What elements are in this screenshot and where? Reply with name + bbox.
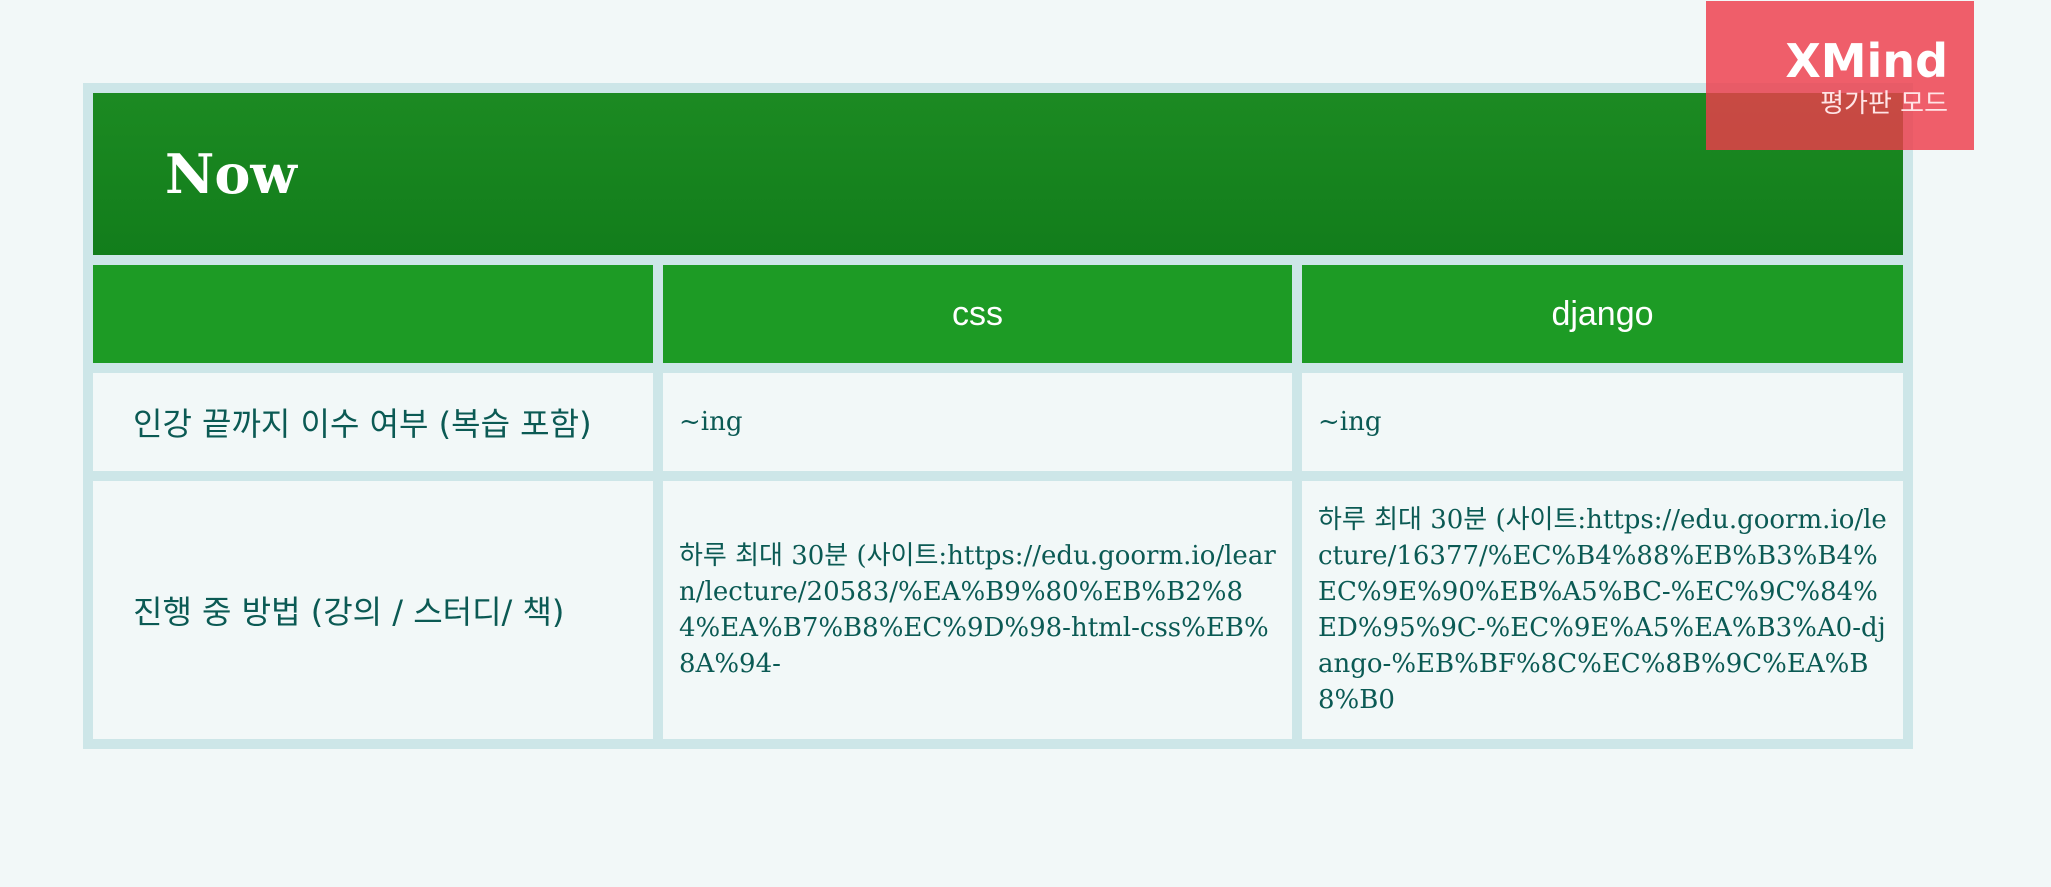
trial-mode-label: 평가판 모드	[1820, 89, 1948, 119]
cell-text: 하루 최대 30분 (사이트:https://edu.goorm.io/lect…	[1318, 505, 1887, 715]
row-label-completion[interactable]: 인강 끝까지 이수 여부 (복습 포함)	[93, 373, 653, 471]
matrix-table: Now css django 인강 끝까지 이수 여부 (복습 포함) ~ing…	[83, 83, 1913, 749]
cell-method-css[interactable]: 하루 최대 30분 (사이트:https://edu.goorm.io/lear…	[663, 481, 1292, 739]
cell-text: ~ing	[679, 407, 743, 437]
row-label-method[interactable]: 진행 중 방법 (강의 / 스터디/ 책)	[93, 481, 653, 739]
matrix-title[interactable]: Now	[93, 93, 1903, 255]
cell-text: ~ing	[1318, 407, 1382, 437]
cell-completion-css[interactable]: ~ing	[663, 373, 1292, 471]
matrix-title-text: Now	[165, 142, 297, 206]
column-header-django[interactable]: django	[1302, 265, 1903, 363]
cell-text: 하루 최대 30분 (사이트:https://edu.goorm.io/lear…	[679, 541, 1276, 679]
cell-method-django[interactable]: 하루 최대 30분 (사이트:https://edu.goorm.io/lect…	[1302, 481, 1903, 739]
column-header-css[interactable]: css	[663, 265, 1292, 363]
xmind-logo: XMind	[1785, 34, 1948, 88]
cell-completion-django[interactable]: ~ing	[1302, 373, 1903, 471]
header-corner-cell[interactable]	[93, 265, 653, 363]
xmind-trial-watermark: XMind 평가판 모드	[1706, 1, 1974, 150]
